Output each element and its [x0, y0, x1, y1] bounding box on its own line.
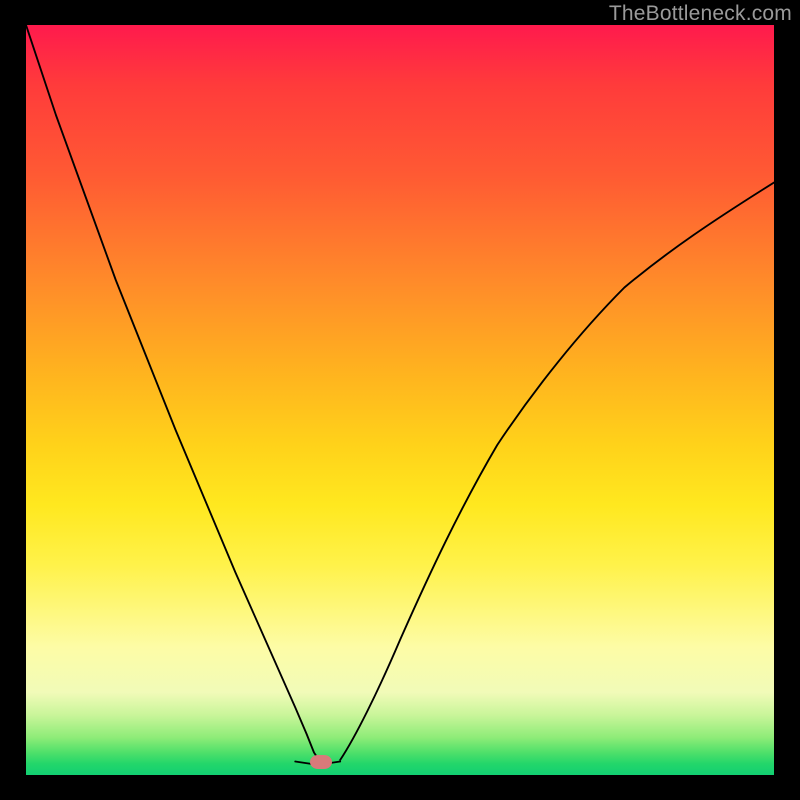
minimum-marker [310, 755, 332, 769]
bottleneck-curve [26, 25, 774, 775]
watermark-text: TheBottleneck.com [609, 2, 792, 26]
plot-area [26, 25, 774, 775]
chart-frame: TheBottleneck.com [0, 0, 800, 800]
